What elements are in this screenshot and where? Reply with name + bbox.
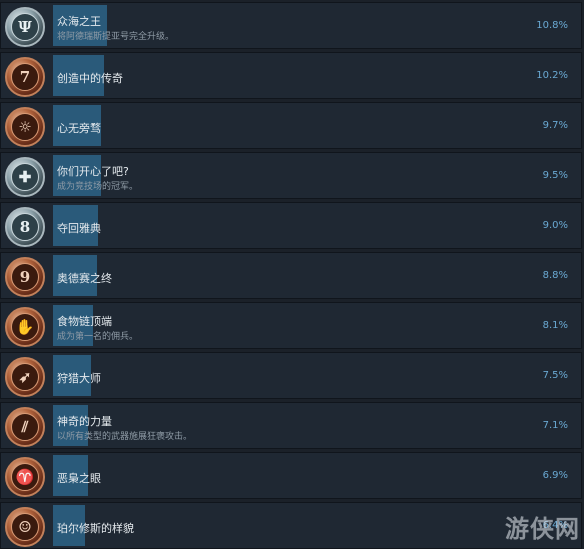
unlock-percent: 7.1% — [542, 420, 568, 431]
numeral-8-icon: 8 — [5, 207, 45, 247]
achievement-row[interactable]: ✋ 食物链顶端成为第一名的佣兵。 8.1% — [0, 302, 582, 349]
achievement-row[interactable]: 7 创造中的传奇 10.2% — [0, 52, 582, 99]
unlock-percent: 6.9% — [542, 470, 568, 481]
achievement-icon-wrap: ➶ — [4, 356, 46, 398]
eye-sun-icon: ☼ — [5, 107, 45, 147]
achievement-row[interactable]: ☼ 心无旁骛 9.7% — [0, 102, 582, 149]
achievement-row[interactable]: ➶ 狩猎大师 7.5% — [0, 352, 582, 399]
unlock-percent: 8.8% — [542, 270, 568, 281]
achievement-title: 食物链顶端 — [57, 315, 112, 328]
achievement-description: 将阿德瑞斯提亚号完全升级。 — [57, 32, 175, 42]
shield-hand-icon: ✋ — [5, 307, 45, 347]
achievement-title: 珀尔修斯的样貌 — [57, 522, 134, 535]
achievement-title: 你们开心了吧? — [57, 165, 129, 178]
achievement-title: 众海之王 — [57, 15, 101, 28]
achievement-icon-wrap: 7 — [4, 56, 46, 98]
badge-emblem: ☺ — [11, 513, 39, 541]
badge-emblem: ⫽ — [11, 413, 39, 441]
achievement-description: 以所有类型的武器施展狂褒攻击。 — [57, 432, 193, 442]
bow-icon: ➶ — [5, 357, 45, 397]
badge-emblem: Ψ — [11, 13, 39, 41]
ibex-icon: ♈ — [5, 457, 45, 497]
laurel-cross-icon: ✚ — [5, 157, 45, 197]
badge-emblem: ♈ — [11, 463, 39, 491]
slashes-icon: ⫽ — [5, 407, 45, 447]
achievement-icon-wrap: ☺ — [4, 506, 46, 548]
badge-emblem: ✚ — [11, 163, 39, 191]
achievement-icon-wrap: ✋ — [4, 306, 46, 348]
badge-emblem: 9 — [11, 263, 39, 291]
achievement-title: 神奇的力量 — [57, 415, 112, 428]
badge-emblem: 8 — [11, 213, 39, 241]
achievement-row[interactable]: ☺ 珀尔修斯的样貌 6.4% — [0, 502, 582, 549]
unlock-percent: 8.1% — [542, 320, 568, 331]
achievement-title: 恶梟之眼 — [57, 472, 101, 485]
achievement-row[interactable]: ✚ 你们开心了吧? 成为竞技场的冠军。 9.5% — [0, 152, 582, 199]
badge-emblem: ✋ — [11, 313, 39, 341]
achievement-icon-wrap: 8 — [4, 206, 46, 248]
trident-icon: Ψ — [5, 7, 45, 47]
achievement-row[interactable]: ♈ 恶梟之眼 6.9% — [0, 452, 582, 499]
badge-emblem: ➶ — [11, 363, 39, 391]
unlock-percent: 10.2% — [536, 70, 568, 81]
achievement-row[interactable]: ⫽ 神奇的力量以所有类型的武器施展狂褒攻击。 7.1% — [0, 402, 582, 449]
achievement-description: 成为竞技场的冠军。 — [57, 182, 139, 192]
unlock-percent: 7.5% — [542, 370, 568, 381]
unlock-percent: 9.7% — [542, 120, 568, 131]
unlock-percent: 9.5% — [542, 170, 568, 181]
watermark: 游侠网 — [505, 515, 580, 543]
achievement-title: 心无旁骛 — [57, 122, 101, 135]
badge-emblem: ☼ — [11, 113, 39, 141]
badge-emblem: 7 — [11, 63, 39, 91]
unlock-percent: 9.0% — [542, 220, 568, 231]
achievement-row[interactable]: 9 奥德赛之终 8.8% — [0, 252, 582, 299]
achievement-icon-wrap: ☼ — [4, 106, 46, 148]
medusa-icon: ☺ — [5, 507, 45, 547]
numeral-9-icon: 9 — [5, 257, 45, 297]
achievement-row[interactable]: Ψ 众海之王将阿德瑞斯提亚号完全升级。 10.8% — [0, 2, 582, 49]
achievement-icon-wrap: 9 — [4, 256, 46, 298]
achievement-title: 奥德赛之终 — [57, 272, 112, 285]
achievement-title: 狩猎大师 — [57, 372, 101, 385]
achievement-title: 创造中的传奇 — [57, 72, 123, 85]
achievement-row[interactable]: 8 夺回雅典 9.0% — [0, 202, 582, 249]
unlock-percent: 10.8% — [536, 20, 568, 31]
achievement-list: Ψ 众海之王将阿德瑞斯提亚号完全升级。 10.8% 7 创造中的传奇 10.2% ☼ 心无旁骛… — [0, 0, 584, 549]
numeral-7-icon: 7 — [5, 57, 45, 97]
achievement-icon-wrap: ♈ — [4, 456, 46, 498]
achievement-icon-wrap: ✚ — [4, 156, 46, 198]
achievement-description: 成为第一名的佣兵。 — [57, 332, 139, 342]
achievement-title: 夺回雅典 — [57, 222, 101, 235]
achievement-icon-wrap: Ψ — [4, 6, 46, 48]
achievement-icon-wrap: ⫽ — [4, 406, 46, 448]
